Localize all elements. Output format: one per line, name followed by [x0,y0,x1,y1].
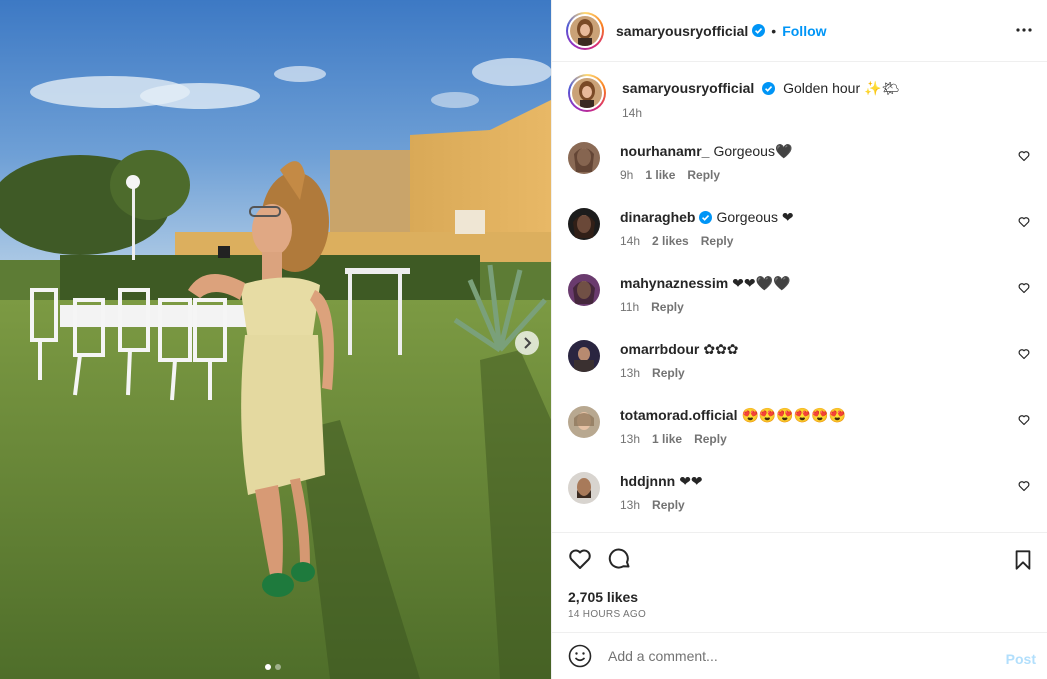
comment-text: 😍😍😍😍😍😍 [741,407,847,423]
post-timestamp: 14 HOURS AGO [568,609,647,620]
comment-time[interactable]: 9h [620,168,633,182]
comment-item: omarrbdour ✿✿✿ 13h Reply [568,338,1032,392]
commenter-avatar-image [568,406,600,438]
commenter-avatar-image [568,472,600,504]
more-options-icon[interactable] [1016,22,1032,38]
heart-icon[interactable] [1018,282,1030,294]
comment-time[interactable]: 13h [620,498,640,512]
commenter-avatar[interactable] [568,274,600,306]
comment-username[interactable]: nourhanamr_ [620,143,709,159]
heart-icon[interactable] [1018,150,1030,162]
post-actions: 2,705 likes 14 HOURS AGO [552,532,1047,632]
comment-item: hddjnnn ❤❤ 13h Reply [568,470,1032,524]
commenter-avatar[interactable] [568,142,600,174]
comment-text: ❤❤ [679,473,703,489]
comment-time[interactable]: 11h [620,300,639,314]
comment-time[interactable]: 13h [620,432,640,446]
reply-button[interactable]: Reply [687,168,720,182]
author-avatar[interactable] [566,11,604,50]
comment-item: mahynaznessim ❤❤🖤🖤 11h Reply [568,272,1032,326]
bookmark-icon[interactable] [1012,549,1034,571]
caption-username[interactable]: samaryousryofficial [622,80,754,96]
comment-item: dinaragheb Gorgeous ❤ 14h 2 likes Reply [568,206,1032,260]
comment-username[interactable]: dinaragheb [620,209,695,225]
heart-icon[interactable] [568,547,592,571]
chevron-right-icon [524,337,532,349]
verified-badge-icon [699,211,713,224]
comment-time[interactable]: 13h [620,366,640,380]
emoji-icon[interactable] [568,644,592,668]
author-username[interactable]: samaryousryofficial [616,23,748,39]
commenter-avatar[interactable] [568,406,600,438]
comment-text: ✿✿✿ [703,341,739,357]
heart-icon[interactable] [1018,348,1030,360]
post-header: samaryousryofficial • Follow [552,0,1047,62]
commenter-avatar-image [568,208,600,240]
comment-text: Gorgeous🖤 [713,143,793,159]
post-dialog: samaryousryofficial • Follow samaryousry… [0,0,1047,679]
comment-item: nourhanamr_ Gorgeous🖤 9h 1 like Reply [568,140,1032,194]
header-separator: • [771,22,777,39]
comment-username[interactable]: hddjnnn [620,473,675,489]
commenter-avatar-image [568,142,600,174]
comment-input[interactable] [608,648,988,664]
carousel-dot [275,664,281,670]
carousel-dot-active [265,664,271,670]
verified-badge-icon [752,24,766,37]
verified-badge-icon [762,82,776,95]
comment-likes[interactable]: 1 like [645,168,675,182]
likes-count[interactable]: 2,705 likes [568,589,638,605]
caption-time: 14h [622,106,643,120]
comment-text: Gorgeous ❤ [716,209,794,225]
post-comment-button[interactable]: Post [1006,651,1036,667]
caption-avatar-image [572,78,602,108]
commenter-avatar-image [568,274,600,306]
comment-text: ❤❤🖤🖤 [732,275,791,291]
post-panel: samaryousryofficial • Follow samaryousry… [551,0,1047,679]
comment-likes[interactable]: 2 likes [652,234,689,248]
next-slide-button[interactable] [515,331,539,355]
heart-icon[interactable] [1018,414,1030,426]
commenter-avatar[interactable] [568,340,600,372]
post-caption: samaryousryofficial Golden hour ✨🌤 14h [568,74,899,120]
commenter-avatar[interactable] [568,472,600,504]
photo-scene-image [0,0,551,679]
comment-username[interactable]: totamorad.official [620,407,737,423]
author-avatar-image [570,15,600,46]
caption-author-avatar[interactable] [568,74,606,112]
comment-item: totamorad.official 😍😍😍😍😍😍 13h 1 like Repl… [568,404,1032,458]
comments-list[interactable]: samaryousryofficial Golden hour ✨🌤 14h n… [552,62,1047,532]
reply-button[interactable]: Reply [701,234,734,248]
comment-username[interactable]: mahynaznessim [620,275,728,291]
reply-button[interactable]: Reply [652,498,685,512]
post-photo[interactable] [0,0,551,679]
follow-button[interactable]: Follow [782,23,826,39]
comment-likes[interactable]: 1 like [652,432,682,446]
reply-button[interactable]: Reply [694,432,727,446]
heart-icon[interactable] [1018,480,1030,492]
commenter-avatar-image [568,340,600,372]
heart-icon[interactable] [1018,216,1030,228]
comment-composer: Post [552,632,1047,679]
carousel-indicator [265,664,281,670]
comment-username[interactable]: omarrbdour [620,341,699,357]
commenter-avatar[interactable] [568,208,600,240]
caption-text: Golden hour ✨🌤 [783,80,900,96]
reply-button[interactable]: Reply [652,366,685,380]
reply-button[interactable]: Reply [651,300,684,314]
comment-time[interactable]: 14h [620,234,640,248]
comment-icon[interactable] [608,547,632,571]
